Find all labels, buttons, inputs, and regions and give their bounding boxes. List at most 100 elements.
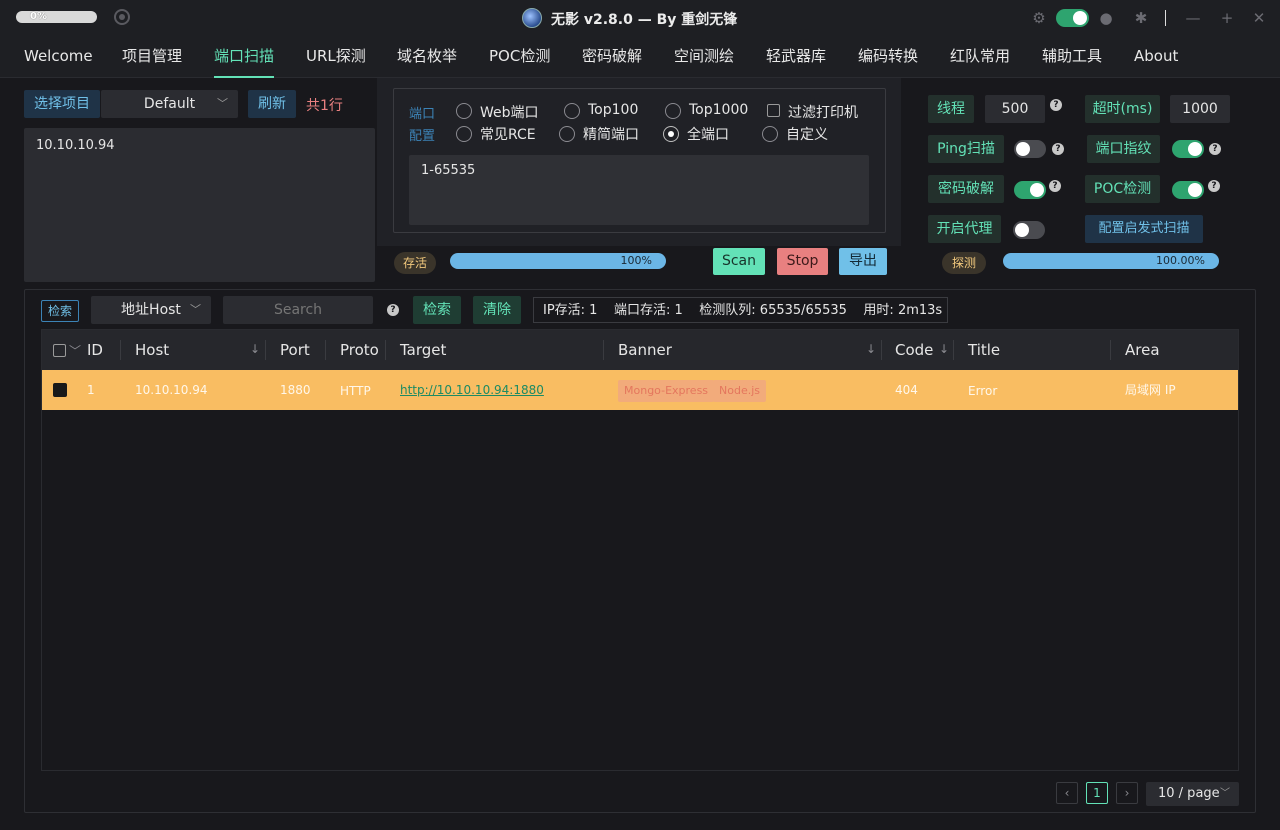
brute-force-toggle[interactable]: [1014, 181, 1046, 199]
banner-badge: Mongo-Express: [618, 380, 715, 402]
col-host[interactable]: Host: [135, 330, 169, 370]
clear-button[interactable]: 清除: [473, 296, 521, 324]
chevron-down-icon[interactable]: ﹀: [69, 342, 81, 359]
timeout-input[interactable]: 1000: [1170, 95, 1230, 123]
app-title: 无影 v2.8.0 — By 重剑无锋: [551, 12, 738, 28]
results-table: ﹀ ID Host ↓ Port Proto Target Banner ↓ C…: [41, 329, 1239, 771]
col-title[interactable]: Title: [968, 330, 1000, 370]
tab-domain-enum[interactable]: 域名枚举: [397, 36, 457, 78]
radio-top100[interactable]: [564, 103, 580, 119]
proxy-toggle[interactable]: [1013, 221, 1045, 239]
col-banner[interactable]: Banner: [618, 330, 672, 370]
search-help-icon[interactable]: ?: [387, 304, 399, 316]
option-top100: Top100: [588, 102, 639, 118]
tab-tools[interactable]: 辅助工具: [1042, 36, 1102, 78]
tab-about[interactable]: About: [1134, 36, 1178, 78]
sort-icon[interactable]: ↓: [939, 342, 949, 356]
threads-help-icon[interactable]: ?: [1050, 99, 1062, 111]
select-project-button[interactable]: 选择项目: [24, 90, 100, 118]
maximize-icon[interactable]: +: [1218, 9, 1236, 27]
port-fingerprint-label: 端口指纹: [1087, 135, 1160, 163]
radio-top1000[interactable]: [665, 103, 681, 119]
radio-custom[interactable]: [762, 126, 778, 142]
theme-toggle[interactable]: [1056, 9, 1089, 27]
page-size-select[interactable]: 10 / page ﹀: [1146, 782, 1239, 806]
col-divider: [385, 340, 386, 360]
row-checkbox[interactable]: [53, 383, 67, 397]
tab-space-mapping[interactable]: 空间测绘: [674, 36, 734, 78]
search-button[interactable]: 检索: [413, 296, 461, 324]
radio-web-ports[interactable]: [456, 103, 472, 119]
col-port[interactable]: Port: [280, 330, 310, 370]
sort-icon[interactable]: ↓: [250, 342, 260, 356]
col-proto[interactable]: Proto: [340, 330, 379, 370]
project-select[interactable]: Default ﹀: [101, 90, 238, 118]
poc-help-icon[interactable]: ?: [1208, 180, 1220, 192]
tab-encoding[interactable]: 编码转换: [858, 36, 918, 78]
brute-help-icon[interactable]: ?: [1049, 180, 1061, 192]
table-row[interactable]: 1 10.10.10.94 1880 HTTP http://10.10.10.…: [42, 370, 1238, 410]
search-field-value: 地址Host: [121, 302, 181, 318]
line-count: 共1行: [306, 98, 343, 114]
col-divider: [120, 340, 121, 360]
option-top1000: Top1000: [689, 102, 749, 118]
detect-progress-text: 100.00%: [1156, 254, 1205, 267]
target-link[interactable]: http://10.10.10.94:1880: [400, 383, 544, 397]
col-divider: [603, 340, 604, 360]
poc-check-toggle[interactable]: [1172, 181, 1204, 199]
filter-printer-checkbox[interactable]: [767, 104, 780, 117]
radio-all-ports[interactable]: [663, 126, 679, 142]
tab-light-weapons[interactable]: 轻武器库: [766, 36, 826, 78]
fingerprint-help-icon[interactable]: ?: [1209, 143, 1221, 155]
col-code[interactable]: Code: [895, 330, 933, 370]
option-custom: 自定义: [786, 127, 828, 143]
port-config-label-2: 配置: [409, 129, 436, 144]
next-page-button[interactable]: ›: [1116, 782, 1138, 804]
port-config-label-1: 端口: [409, 107, 436, 122]
port-fingerprint-toggle[interactable]: [1172, 140, 1204, 158]
tab-poc[interactable]: POC检测: [489, 36, 550, 78]
page-number-current[interactable]: 1: [1086, 782, 1108, 804]
port-range-input[interactable]: 1-65535: [409, 155, 869, 225]
col-id[interactable]: ID: [87, 330, 103, 370]
bug-icon[interactable]: ✱: [1132, 9, 1150, 27]
tab-url-probe[interactable]: URL探测: [306, 36, 366, 78]
chevron-down-icon: ﹀: [217, 97, 228, 110]
gear-icon[interactable]: ⚙: [1030, 9, 1048, 27]
col-area[interactable]: Area: [1125, 330, 1160, 370]
stop-button[interactable]: Stop: [777, 248, 828, 275]
prev-page-button[interactable]: ‹: [1056, 782, 1078, 804]
heuristic-scan-button[interactable]: 配置启发式扫描: [1085, 215, 1203, 243]
option-lite-ports: 精简端口: [583, 127, 639, 143]
radio-common-rce[interactable]: [456, 126, 472, 142]
detect-tag: 探测: [942, 252, 986, 274]
export-button[interactable]: 导出: [839, 248, 887, 275]
settings-small-icon[interactable]: [114, 9, 130, 25]
threads-input[interactable]: 500: [985, 95, 1045, 123]
github-icon[interactable]: ●: [1097, 9, 1115, 27]
search-input[interactable]: [223, 296, 373, 324]
refresh-button[interactable]: 刷新: [248, 90, 296, 118]
search-tag: 检索: [41, 300, 79, 322]
col-divider: [265, 340, 266, 360]
tab-redteam[interactable]: 红队常用: [950, 36, 1010, 78]
target-textarea[interactable]: 10.10.10.94: [24, 128, 375, 282]
col-target[interactable]: Target: [400, 330, 446, 370]
scan-button[interactable]: Scan: [713, 248, 765, 275]
radio-lite-ports[interactable]: [559, 126, 575, 142]
col-divider: [881, 340, 882, 360]
search-field-select[interactable]: 地址Host ﹀: [91, 296, 211, 324]
ping-scan-toggle[interactable]: [1014, 140, 1046, 158]
main-menu: Welcome 项目管理 端口扫描 URL探测 域名枚举 POC检测 密码破解 …: [0, 36, 1280, 78]
select-all-checkbox[interactable]: [53, 344, 66, 357]
page-size-value: 10 / page: [1158, 786, 1220, 801]
tab-port-scan[interactable]: 端口扫描: [214, 36, 275, 78]
tab-projects[interactable]: 项目管理: [122, 36, 182, 78]
alive-progress-bar: 100%: [450, 253, 666, 269]
minimize-icon[interactable]: —: [1184, 9, 1202, 27]
tab-welcome[interactable]: Welcome: [24, 36, 93, 78]
tab-password-crack[interactable]: 密码破解: [582, 36, 642, 78]
close-icon[interactable]: ✕: [1250, 9, 1268, 27]
ping-help-icon[interactable]: ?: [1052, 143, 1064, 155]
sort-icon[interactable]: ↓: [866, 342, 876, 356]
